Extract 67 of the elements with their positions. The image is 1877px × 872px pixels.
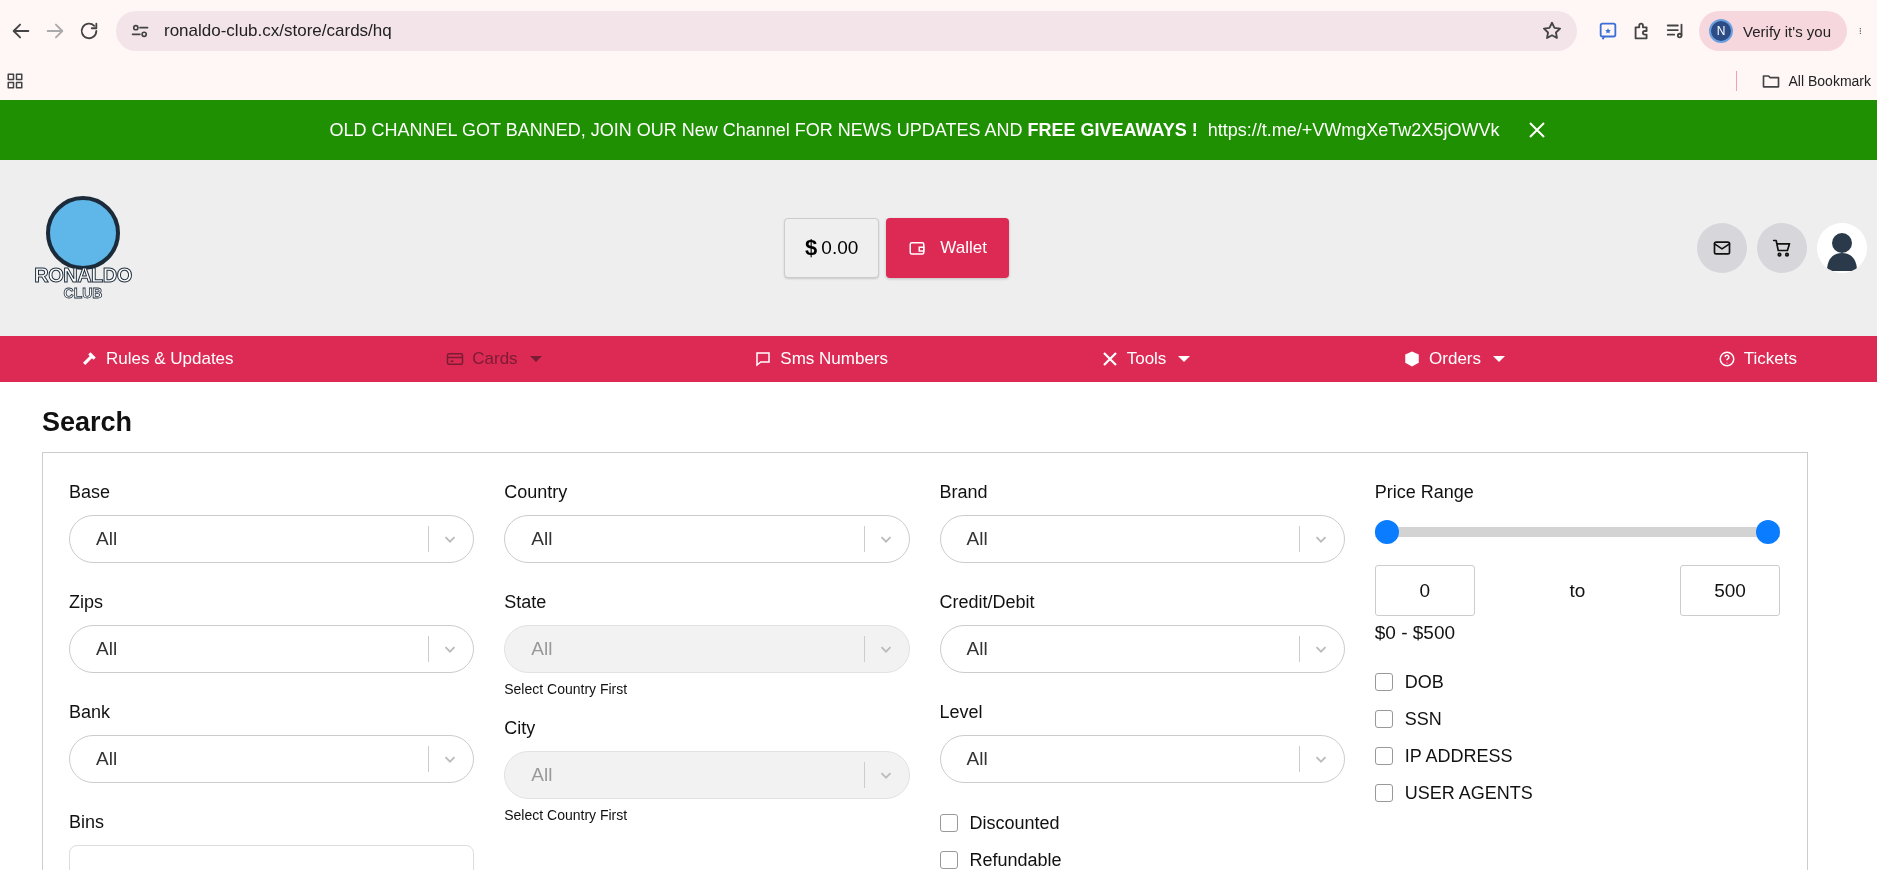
field-label: Bins	[69, 811, 105, 833]
slider-thumb[interactable]	[1374, 520, 1399, 544]
dropdown-field[interactable]: All	[939, 735, 1345, 783]
checkbox-label: DOB	[1404, 671, 1444, 693]
channel-link[interactable]: https://t.me/+VWmgXeTw2X5jOWVk	[1207, 119, 1500, 141]
tools-icon	[1100, 350, 1119, 368]
mail-icon	[1712, 238, 1732, 258]
cart-icon	[1772, 238, 1792, 258]
dropdown-field[interactable]: All	[939, 625, 1345, 673]
checkbox[interactable]	[1374, 673, 1393, 691]
chat-icon	[754, 350, 773, 368]
dropdown-field[interactable]: All	[69, 735, 475, 783]
nav-link[interactable]: Tickets	[1717, 349, 1797, 369]
field-label: Credit/Debit	[939, 591, 1036, 613]
field-label: Country	[504, 481, 569, 503]
checkbox[interactable]	[939, 814, 958, 832]
field-label: Bank	[69, 701, 112, 723]
field-label: City	[504, 717, 537, 739]
field-label: Base	[69, 481, 112, 503]
checkbox[interactable]	[1374, 710, 1393, 728]
price-summary: $0 - $500	[1374, 622, 1457, 644]
nav-link[interactable]: Tools	[1100, 349, 1191, 369]
checkbox[interactable]	[939, 851, 958, 869]
slider-thumb[interactable]	[1756, 520, 1780, 544]
min-price-field[interactable]: 0	[1374, 565, 1475, 616]
field-label: Zips	[69, 591, 104, 613]
bookmarks-folder[interactable]: All Bookmark	[1760, 70, 1871, 92]
reload-icon[interactable]	[78, 20, 100, 42]
card-icon	[446, 350, 465, 368]
mail-button[interactable]	[1697, 223, 1747, 273]
cart-button[interactable]	[1757, 223, 1807, 273]
nav-link[interactable]: Orders	[1403, 349, 1506, 369]
checkbox-label: SSN	[1404, 708, 1442, 730]
profile-button[interactable]: N Verify it's you	[1699, 11, 1847, 51]
dropdown-field[interactable]: All	[504, 515, 910, 563]
announcement-text: OLD CHANNEL GOT BANNED, JOIN OUR New Channel FOR NEWS UPDATES AND FREE GIVEAWAYS !	[329, 119, 1198, 141]
checkbox-label: USER AGENTS	[1404, 782, 1533, 804]
dropdown-field[interactable]: All	[69, 625, 475, 673]
logo-text: RONALDO	[34, 263, 132, 287]
dropdown-field[interactable]: All	[69, 515, 475, 563]
nav-link[interactable]: Sms Numbers	[754, 349, 888, 369]
wallet-button[interactable]: Wallet	[886, 218, 1009, 278]
field-label: Brand	[939, 481, 989, 503]
checkbox[interactable]	[1374, 784, 1393, 802]
address-bar[interactable]: ronaldo-club.cx/store/cards/hq	[116, 11, 1578, 51]
checkbox-label: Refundable	[969, 849, 1062, 870]
field-label: State	[504, 591, 548, 613]
section-title: Search	[42, 407, 134, 438]
field-label: Price Range	[1374, 481, 1475, 503]
helper-text: Select Country First	[504, 807, 629, 823]
checkbox-label: IP ADDRESS	[1404, 745, 1513, 767]
wallet-icon	[908, 239, 927, 257]
checkbox-label: Discounted	[969, 812, 1060, 834]
balance-button[interactable]: $ 0.00	[784, 218, 880, 278]
helper-text: Select Country First	[504, 681, 629, 697]
question-icon	[1717, 350, 1736, 368]
field-label: Level	[939, 701, 984, 723]
max-price-field[interactable]: 500	[1680, 565, 1780, 616]
nav-link[interactable]: Rules & Updates	[80, 349, 234, 369]
box-icon	[1403, 350, 1422, 368]
hammer-icon	[80, 350, 98, 368]
range-separator: to	[1569, 579, 1586, 602]
close-icon[interactable]	[1527, 120, 1548, 140]
logo-subtext: CLUB	[63, 284, 103, 301]
star-icon[interactable]	[1541, 20, 1564, 42]
checkbox[interactable]	[1374, 747, 1393, 765]
dropdown-field[interactable]: All	[939, 515, 1345, 563]
